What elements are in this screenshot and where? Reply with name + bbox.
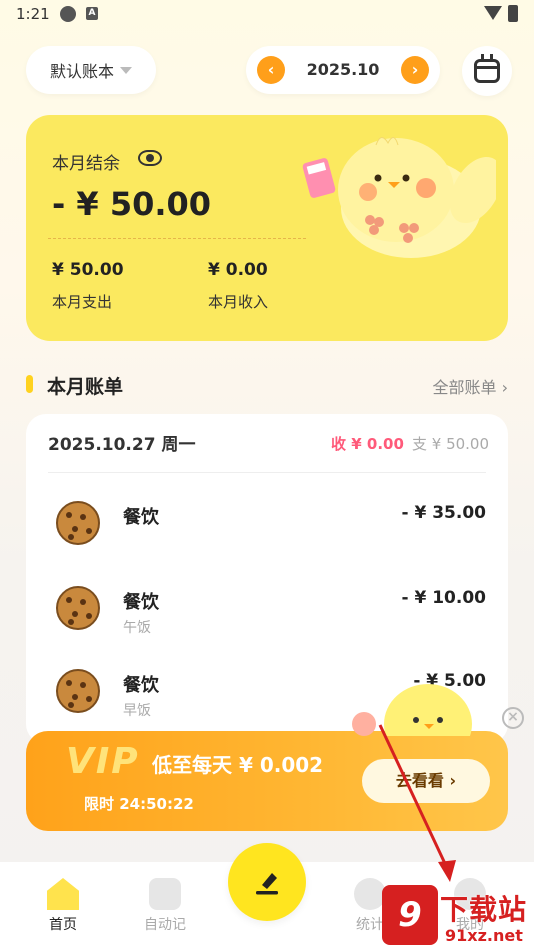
entry-amount: - ¥ 10.00	[401, 588, 487, 608]
balance-label: 本月结余	[52, 154, 120, 174]
all-bills-link[interactable]: 全部账单 ›	[433, 374, 509, 398]
entry-category: 餐饮	[123, 675, 159, 696]
expense-label: 本月支出	[52, 293, 113, 311]
eye-icon[interactable]	[138, 150, 162, 166]
close-icon[interactable]: ×	[502, 707, 524, 729]
caret-down-icon	[120, 66, 132, 74]
chick-mascot-illustration	[302, 137, 496, 258]
tab-label: 自动记	[144, 917, 186, 933]
book-name: 默认账本	[49, 62, 114, 81]
expense-amount: ¥ 50.00	[52, 260, 124, 280]
vip-title: 低至每天 ¥ 0.002	[152, 753, 324, 777]
divider	[48, 238, 306, 239]
watermark-logo: 9	[382, 885, 438, 945]
annotation-arrow	[378, 724, 456, 882]
tab-auto-record[interactable]: 自动记	[120, 862, 210, 950]
vip-logo: VIP	[66, 741, 140, 782]
balance-amount: - ¥ 50.00	[52, 185, 212, 223]
income-amount: ¥ 0.00	[208, 260, 268, 280]
next-month-button[interactable]: ›	[401, 56, 429, 84]
cookie-food-icon	[56, 501, 100, 545]
watermark-url: 91xz.net	[445, 926, 523, 945]
watermark-text: 下载站	[440, 893, 528, 926]
entry-category: 餐饮	[123, 592, 159, 613]
pen-icon	[256, 873, 278, 895]
entry-note: 午饭	[123, 620, 151, 636]
income-label: 本月收入	[208, 293, 269, 311]
section-marker	[26, 375, 33, 393]
app-notification-icon: A	[86, 7, 98, 20]
cookie-food-icon	[56, 586, 100, 630]
book-selector[interactable]: 默认账本	[26, 46, 156, 94]
calendar-icon	[474, 54, 500, 83]
calendar-button[interactable]	[462, 46, 512, 96]
vip-timer: 限时 24:50:22	[84, 795, 194, 813]
bill-date: 2025.10.27 周一	[48, 435, 196, 455]
add-record-button[interactable]	[228, 843, 306, 921]
notification-icon	[60, 6, 76, 22]
home-icon	[47, 878, 79, 910]
entry-amount: - ¥ 35.00	[401, 503, 487, 523]
entry-category: 餐饮	[123, 507, 159, 528]
tab-home[interactable]: 首页	[18, 862, 108, 950]
wifi-icon	[484, 6, 502, 20]
cookie-food-icon	[56, 669, 100, 713]
day-expense: 支 ¥ 50.00	[412, 435, 490, 453]
tab-label: 首页	[49, 917, 77, 933]
auto-record-icon	[149, 878, 181, 910]
battery-icon	[508, 5, 518, 22]
balance-card: 本月结余 - ¥ 50.00 ¥ 50.00 本月支出 ¥ 0.00 本月收入	[26, 115, 508, 341]
bill-entry[interactable]: 餐饮 午饭 - ¥ 10.00	[26, 574, 508, 644]
day-income: 收 ¥ 0.00	[331, 435, 404, 453]
bill-entry[interactable]: 餐饮 - ¥ 35.00	[26, 489, 508, 559]
section-title: 本月账单	[47, 376, 124, 398]
divider	[48, 472, 486, 473]
month-switcher: ‹ 2025.10 ›	[246, 46, 440, 94]
status-bar: 1:21 A	[0, 0, 534, 30]
status-time: 1:21	[16, 5, 50, 23]
entry-note: 早饭	[123, 703, 151, 719]
